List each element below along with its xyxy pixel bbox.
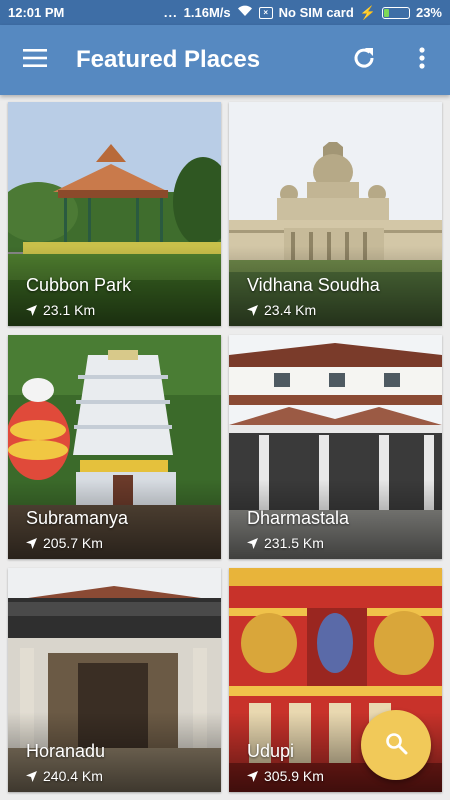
place-distance: 240.4 Km — [43, 768, 103, 784]
refresh-button[interactable] — [340, 36, 388, 84]
status-time: 12:01 PM — [8, 5, 65, 20]
place-card[interactable]: Horanadu 240.4 Km — [8, 568, 221, 792]
navigation-arrow-icon — [26, 770, 37, 782]
search-icon — [384, 731, 408, 760]
more-vert-icon — [419, 46, 425, 74]
place-name: Horanadu — [26, 741, 106, 761]
place-distance: 23.1 Km — [43, 302, 96, 318]
places-grid: Cubbon Park 23.1 Km Vidhana Soudha 23.4 … — [0, 95, 450, 800]
sim-status: No SIM card — [278, 5, 354, 20]
place-distance: 23.4 Km — [264, 302, 317, 318]
network-speed: 1.16M/s — [183, 5, 231, 20]
navigation-arrow-icon — [247, 537, 258, 549]
page-title: Featured Places — [76, 46, 261, 73]
wifi-icon — [237, 5, 253, 20]
battery-icon — [381, 6, 410, 19]
search-fab-button[interactable] — [361, 710, 431, 780]
app-bar: Featured Places — [0, 25, 450, 95]
sim-icon: × — [258, 6, 273, 19]
place-distance: 231.5 Km — [264, 535, 324, 551]
battery-percent: 23% — [415, 5, 442, 20]
menu-button[interactable] — [0, 25, 70, 95]
place-name: Udupi — [247, 741, 295, 761]
charging-icon: ⚡ — [359, 4, 376, 20]
place-name: Cubbon Park — [26, 275, 132, 295]
place-card[interactable]: Vidhana Soudha 23.4 Km — [229, 102, 442, 326]
place-distance: 305.9 Km — [264, 768, 324, 784]
status-bar: 12:01 PM ... 1.16M/s × No SIM card ⚡ 23% — [0, 0, 450, 25]
navigation-arrow-icon — [247, 770, 258, 782]
place-card[interactable]: Subramanya 205.7 Km — [8, 335, 221, 559]
hamburger-menu-icon — [23, 48, 47, 72]
place-card[interactable]: Dharmastala 231.5 Km — [229, 335, 442, 559]
navigation-arrow-icon — [247, 304, 258, 316]
navigation-arrow-icon — [26, 537, 37, 549]
signal-dots-icon: ... — [163, 5, 178, 20]
place-name: Subramanya — [26, 508, 129, 528]
more-options-button[interactable] — [400, 36, 444, 84]
navigation-arrow-icon — [26, 304, 37, 316]
place-name: Dharmastala — [247, 508, 350, 528]
place-card[interactable]: Cubbon Park 23.1 Km — [8, 102, 221, 326]
place-distance: 205.7 Km — [43, 535, 103, 551]
refresh-icon — [351, 45, 377, 76]
place-name: Vidhana Soudha — [247, 275, 380, 295]
